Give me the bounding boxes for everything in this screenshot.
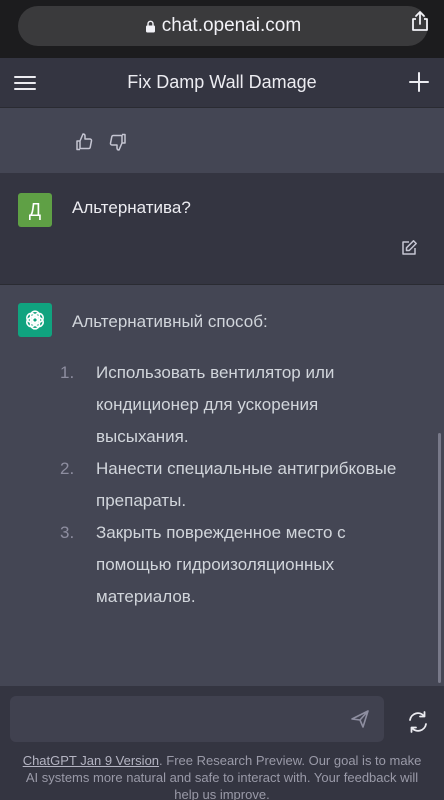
- scrollbar[interactable]: [438, 433, 441, 683]
- list-item-text: Нанести специальные антигрибковые препар…: [96, 459, 397, 510]
- user-message-text: Альтернатива?: [72, 198, 191, 217]
- assistant-avatar: [18, 303, 52, 337]
- new-chat-plus-icon[interactable]: [408, 71, 430, 93]
- chat-title: Fix Damp Wall Damage: [127, 72, 317, 92]
- edit-icon[interactable]: [400, 239, 418, 257]
- assistant-numbered-list: 1. Использовать вентилятор или кондицион…: [60, 357, 400, 613]
- hamburger-menu-icon[interactable]: [14, 72, 36, 94]
- assistant-intro-text: Альтернативный способ:: [72, 312, 268, 331]
- list-item: 1. Использовать вентилятор или кондицион…: [60, 357, 400, 453]
- list-item: 3. Закрыть поврежденное место с помощью …: [60, 517, 400, 613]
- lock-icon: [145, 20, 155, 32]
- feedback-row: [74, 132, 128, 152]
- thumbs-down-icon[interactable]: [108, 132, 128, 152]
- composer-area: ChatGPT Jan 9 Version. Free Research Pre…: [0, 686, 444, 800]
- browser-bar: chat.openai.com: [0, 0, 444, 58]
- share-icon[interactable]: [410, 10, 430, 32]
- assistant-message: Альтернативный способ: 1. Использовать в…: [0, 285, 444, 686]
- version-link[interactable]: ChatGPT Jan 9 Version: [23, 753, 159, 768]
- list-item-number: 3.: [60, 523, 75, 542]
- conversation: Д Альтернатива? Альтернативный способ: 1…: [0, 108, 444, 686]
- list-item: 2. Нанести специальные антигрибковые пре…: [60, 453, 400, 517]
- footer-note: ChatGPT Jan 9 Version. Free Research Pre…: [18, 752, 426, 800]
- list-item-number: 1.: [60, 363, 75, 382]
- address-bar[interactable]: chat.openai.com: [18, 6, 428, 46]
- list-item-text: Закрыть поврежденное место с помощью гид…: [96, 523, 346, 606]
- url-text: chat.openai.com: [161, 15, 302, 36]
- send-icon[interactable]: [350, 709, 370, 729]
- list-item-text: Использовать вентилятор или кондиционер …: [96, 363, 335, 446]
- chat-header: Fix Damp Wall Damage: [0, 58, 444, 108]
- thumbs-up-icon[interactable]: [74, 132, 94, 152]
- list-item-number: 2.: [60, 459, 75, 478]
- message-input[interactable]: [10, 696, 384, 742]
- user-avatar: Д: [18, 193, 52, 227]
- regenerate-icon[interactable]: [406, 710, 430, 734]
- openai-logo-icon: [26, 310, 44, 330]
- user-message: Д Альтернатива?: [0, 173, 444, 285]
